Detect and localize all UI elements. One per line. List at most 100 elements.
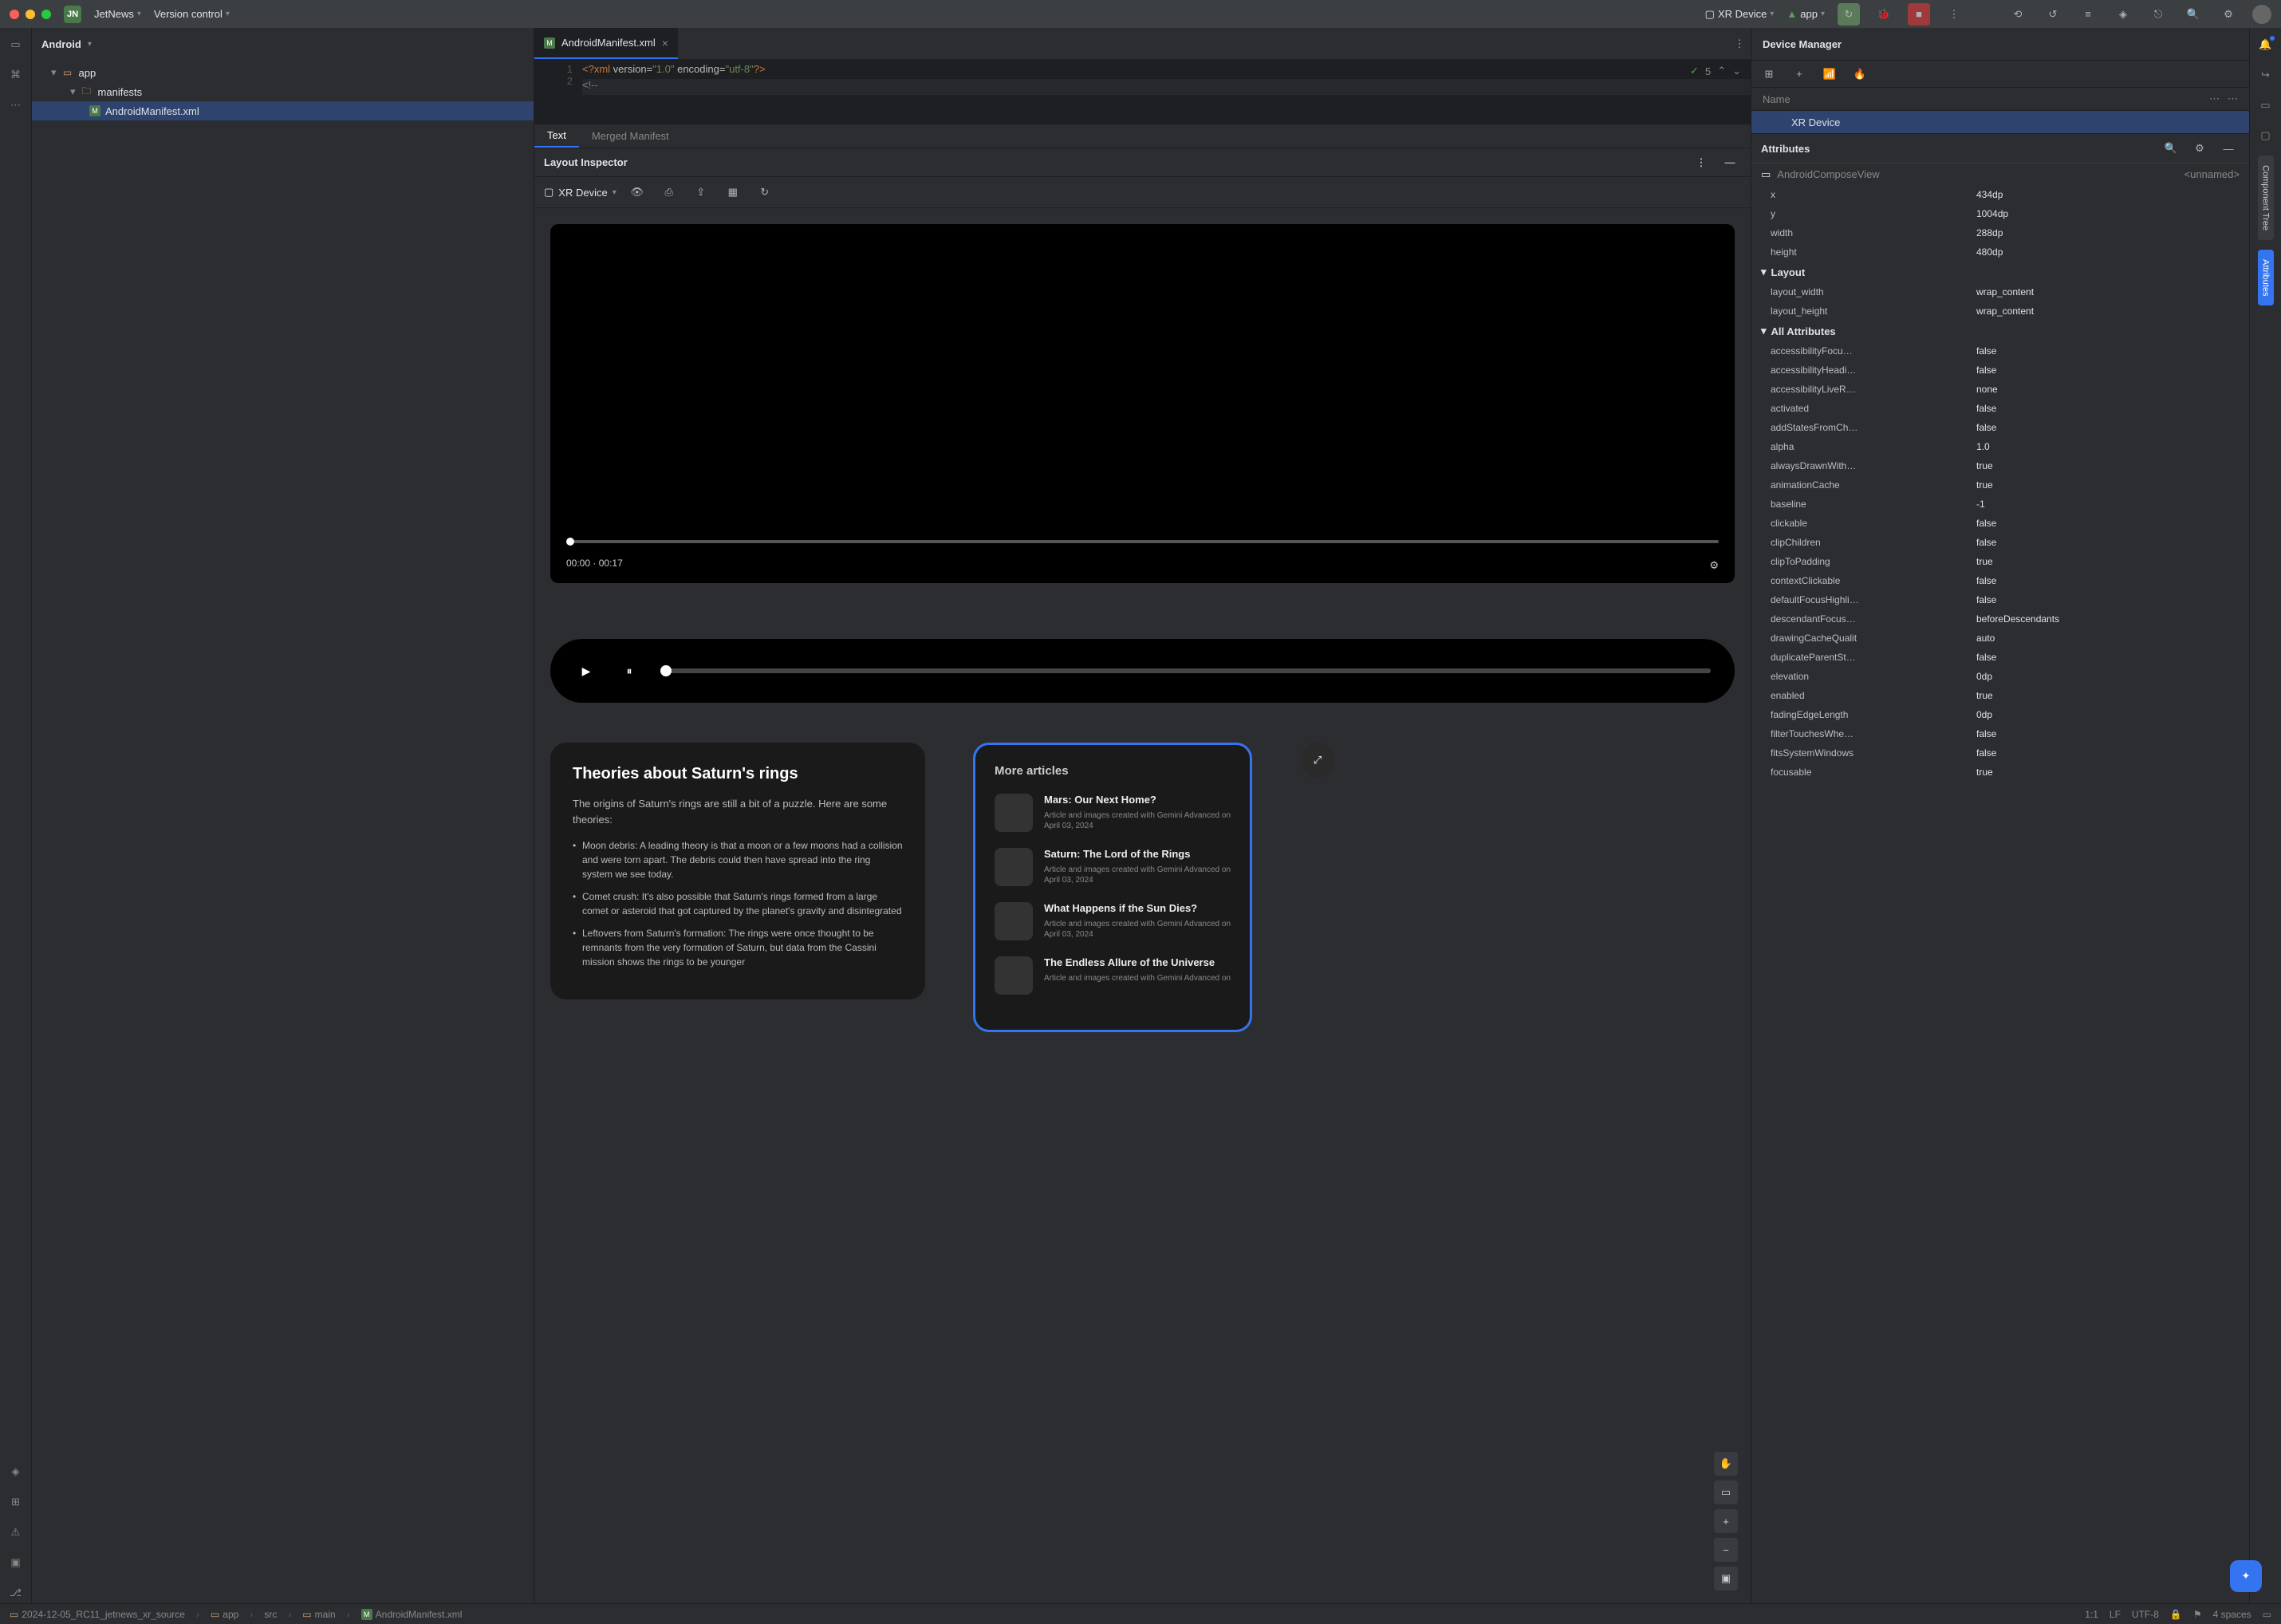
video-settings-icon[interactable]: ⚙ (1709, 559, 1719, 572)
close-window-button[interactable] (10, 10, 19, 19)
code-content[interactable]: <?xml version="1.0" encoding="utf-8"?> <… (582, 60, 1751, 124)
project-tool-icon[interactable]: ▭ (6, 34, 26, 55)
more-tools-icon[interactable]: ⋯ (6, 95, 26, 116)
project-panel-header[interactable]: Android ▾ (32, 28, 534, 60)
structure-tool-icon[interactable]: ⌘ (6, 65, 26, 85)
device-selector[interactable]: ▢ XR Device ▾ (1705, 8, 1775, 21)
cursor-position[interactable]: 1:1 (2085, 1609, 2098, 1620)
memory-icon[interactable]: ▭ (2263, 1609, 2271, 1620)
more-article-item[interactable]: Mars: Our Next Home? Article and images … (995, 794, 1231, 832)
chevron-down-icon[interactable]: ⌄ (1732, 65, 1741, 77)
device-manager-icon[interactable]: ▭ (2255, 95, 2276, 116)
article-bullet: Comet crush: It's also possible that Sat… (573, 889, 903, 918)
maximize-window-button[interactable] (41, 10, 51, 19)
breadcrumb-app[interactable]: ▭ app (211, 1609, 238, 1620)
expand-fab[interactable]: ⤢ (1300, 743, 1335, 778)
attr-row: enabledtrue (1751, 686, 2249, 705)
running-devices-icon[interactable]: ▢ (2255, 125, 2276, 146)
git-tool-icon[interactable]: ⎇ (6, 1583, 26, 1603)
code-editor[interactable]: 1 2 <?xml version="1.0" encoding="utf-8"… (534, 60, 1751, 124)
attr-section-layout[interactable]: ▾Layout (1751, 262, 2249, 282)
pause-icon[interactable]: ⏸ (617, 659, 641, 683)
more-articles-card[interactable]: More articles Mars: Our Next Home? Artic… (973, 743, 1252, 1032)
overlay-icon[interactable]: ▦ (722, 181, 744, 203)
eye-icon[interactable]: 👁 (626, 181, 648, 203)
audio-slider[interactable] (660, 668, 1711, 673)
build-variants-icon[interactable]: ⊞ (6, 1492, 26, 1512)
layers-icon[interactable]: ▭ (1714, 1480, 1738, 1504)
attr-section-all[interactable]: ▾All Attributes (1751, 321, 2249, 341)
problems-tool-icon[interactable]: ⚠ (6, 1522, 26, 1543)
more-article-item[interactable]: What Happens if the Sun Dies? Article an… (995, 902, 1231, 940)
breadcrumb-main[interactable]: ▭ main (302, 1609, 335, 1620)
inspector-options-icon[interactable]: ⋮ (1690, 152, 1712, 174)
inspector-device-dropdown[interactable]: ▢ XR Device ▾ (544, 186, 617, 199)
subtab-merged-manifest[interactable]: Merged Manifest (579, 124, 682, 148)
minimize-window-button[interactable] (26, 10, 35, 19)
assistant-icon[interactable]: ↪ (2255, 65, 2276, 85)
stop-button[interactable]: ■ (1908, 3, 1930, 26)
snapshot-icon[interactable]: ⎙ (658, 181, 680, 203)
breadcrumb-root[interactable]: ▭ 2024-12-05_RC11_jetnews_xr_source (10, 1609, 185, 1620)
play-icon[interactable]: ▶ (574, 659, 598, 683)
run-button[interactable]: ↻ (1838, 3, 1860, 26)
minimize-inspector-icon[interactable]: — (1719, 152, 1741, 174)
gems-tool-icon[interactable]: ◈ (6, 1461, 26, 1482)
more-article-item[interactable]: The Endless Allure of the Universe Artic… (995, 956, 1231, 995)
profiler-icon[interactable]: ◈ (2112, 3, 2134, 26)
video-timeline[interactable] (566, 540, 1719, 543)
firebase-icon[interactable]: 🔥 (1849, 63, 1871, 85)
zoom-fit-icon[interactable]: ▣ (1714, 1567, 1738, 1590)
close-tab-icon[interactable]: × (662, 37, 668, 49)
tree-node-manifest-file[interactable]: M AndroidManifest.xml (32, 101, 534, 120)
editor-tab-options[interactable]: ⋮ (1728, 33, 1751, 55)
inspector-canvas[interactable]: 00:00 · 00:17 ⚙ ▶ ⏸ Theories about Satur… (534, 208, 1751, 1603)
app-inspection-icon[interactable]: ⎋ (2147, 3, 2169, 26)
search-icon[interactable]: 🔍 (2160, 137, 2182, 160)
code-update-icon[interactable]: ↺ (2042, 3, 2064, 26)
grid-icon[interactable]: ⊞ (1758, 63, 1780, 85)
zoom-out-icon[interactable]: − (1714, 1538, 1738, 1562)
line-ending[interactable]: LF (2110, 1609, 2121, 1620)
notifications-icon[interactable]: 🔔 (2255, 34, 2276, 55)
add-device-icon[interactable]: + (1788, 63, 1810, 85)
search-icon[interactable]: 🔍 (2182, 3, 2204, 26)
more-article-item[interactable]: Saturn: The Lord of the Rings Article an… (995, 848, 1231, 886)
attributes-table[interactable]: x434dp y1004dp width288dp height480dp ▾L… (1751, 185, 2249, 1603)
commit-icon[interactable]: ≡ (2077, 3, 2099, 26)
canvas-controls: ✋ ▭ + − ▣ (1714, 1452, 1738, 1590)
zoom-in-icon[interactable]: + (1714, 1509, 1738, 1533)
editor-tab-manifest[interactable]: M AndroidManifest.xml × (534, 28, 678, 59)
readonly-icon[interactable]: 🔒 (2170, 1609, 2182, 1620)
vcs-dropdown[interactable]: Version control ▾ (154, 8, 230, 20)
minimize-icon[interactable]: — (2217, 137, 2240, 160)
subtab-text[interactable]: Text (534, 124, 579, 148)
sync-gradle-icon[interactable]: ⟲ (2007, 3, 2029, 26)
tree-node-app[interactable]: ▾ ▭ app (32, 63, 534, 82)
chevron-up-icon[interactable]: ⌃ (1717, 65, 1726, 77)
settings-icon[interactable]: ⚙ (2217, 3, 2240, 26)
project-dropdown[interactable]: JetNews ▾ (94, 8, 141, 20)
run-config-selector[interactable]: ▲ app ▾ (1787, 8, 1825, 20)
breadcrumb-src[interactable]: src (264, 1609, 277, 1620)
pan-icon[interactable]: ✋ (1714, 1452, 1738, 1476)
debug-button[interactable]: 🐞 (1873, 3, 1895, 26)
editor-inspection-widget[interactable]: ✓ 5 ⌃ ⌄ (1690, 65, 1741, 77)
traffic-lights[interactable] (10, 10, 51, 19)
more-actions-button[interactable]: ⋮ (1943, 3, 1965, 26)
tab-attributes[interactable]: Attributes (2258, 250, 2274, 305)
indent-setting[interactable]: 4 spaces (2213, 1609, 2251, 1620)
highlighting-icon[interactable]: ⚑ (2193, 1609, 2202, 1620)
file-encoding[interactable]: UTF-8 (2132, 1609, 2159, 1620)
device-row[interactable]: XR Device (1751, 111, 2249, 133)
refresh-icon[interactable]: ↻ (754, 181, 776, 203)
tree-node-manifests[interactable]: ▾ 🗀 manifests (32, 82, 534, 101)
wifi-pair-icon[interactable]: 📶 (1818, 63, 1841, 85)
settings-icon[interactable]: ⚙ (2188, 137, 2211, 160)
tab-component-tree[interactable]: Component Tree (2258, 156, 2274, 240)
export-icon[interactable]: ⇪ (690, 181, 712, 203)
avatar[interactable] (2252, 5, 2271, 24)
terminal-tool-icon[interactable]: ▣ (6, 1552, 26, 1573)
breadcrumb-file[interactable]: M AndroidManifest.xml (361, 1609, 463, 1620)
ai-assistant-fab[interactable]: ✦ (2230, 1560, 2262, 1592)
